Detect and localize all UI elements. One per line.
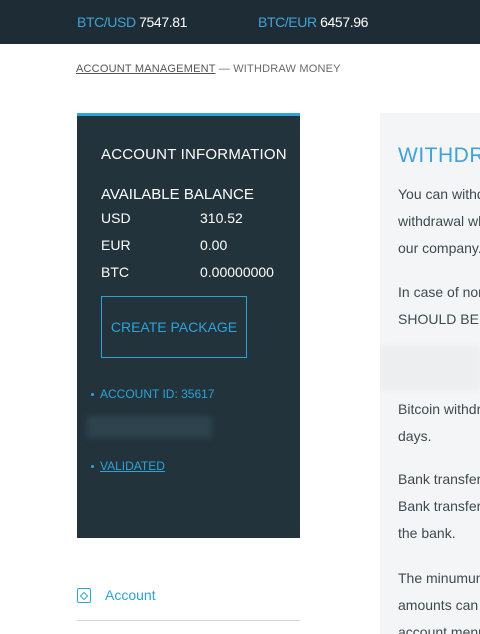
content-line: Bitcoin withdrav — [398, 401, 480, 417]
content-paragraph-5: The minumum a amounts can be account men… — [398, 565, 480, 634]
balance-currency: BTC — [101, 264, 129, 280]
content-line: Bank transfer wi — [398, 471, 480, 487]
content-paragraph-1: You can withdra withdrawal whe our compa… — [398, 181, 480, 262]
ticker-btc-usd: BTC/USD 7547.81 — [77, 14, 187, 30]
validated-link[interactable]: VALIDATED — [100, 459, 165, 473]
account-id-text: ACCOUNT ID: 35617 — [100, 387, 215, 401]
breadcrumb: ACCOUNT MANAGEMENT — WITHDRAW MONEY — [76, 63, 341, 75]
balance-amount: 0.00 — [200, 237, 228, 253]
ticker-pair: BTC/USD — [77, 14, 136, 30]
bullet-dot-icon — [91, 465, 94, 469]
withdraw-content: WITHDRA You can withdra withdrawal whe o… — [380, 113, 480, 634]
content-line: amounts can be — [398, 597, 480, 613]
content-line: The minumum a — [398, 570, 480, 586]
content-title: WITHDRA — [398, 144, 480, 167]
content-line: the bank. — [398, 525, 456, 541]
redacted-field — [87, 416, 212, 438]
balance-amount: 310.52 — [200, 210, 243, 226]
content-line: In case of non-ex — [398, 284, 480, 300]
sidebar-divider — [77, 620, 300, 621]
ticker-value: 7547.81 — [139, 14, 187, 30]
content-line: our company. — [398, 240, 480, 256]
breadcrumb-separator: — — [218, 63, 230, 75]
account-id-item: ACCOUNT ID: 35617 — [91, 387, 215, 401]
balance-title: AVAILABLE BALANCE — [101, 186, 254, 203]
ticker-btc-eur: BTC/EUR 6457.96 — [258, 14, 368, 30]
content-line: Bank transfer wi — [398, 498, 480, 514]
panel-title: ACCOUNT INFORMATION — [101, 146, 287, 163]
validated-item[interactable]: VALIDATED — [91, 459, 165, 473]
content-line: SHOULD BE pai — [398, 311, 480, 327]
create-package-button[interactable]: CREATE PACKAGE — [101, 296, 247, 358]
account-info-panel: ACCOUNT INFORMATION AVAILABLE BALANCE US… — [77, 113, 300, 538]
content-line: days. — [398, 428, 432, 444]
content-line: You can withdra — [398, 186, 480, 202]
ticker-pair: BTC/EUR — [258, 14, 317, 30]
bullet-dot-icon — [91, 393, 94, 397]
balance-currency: USD — [101, 210, 131, 226]
ticker-value: 6457.96 — [320, 14, 368, 30]
redacted-block — [380, 346, 480, 390]
content-paragraph-2: In case of non-ex SHOULD BE pai — [398, 279, 480, 333]
sidebar-item-label: Account — [105, 587, 156, 603]
content-line: withdrawal whe — [398, 213, 480, 229]
breadcrumb-current: WITHDRAW MONEY — [233, 63, 341, 75]
content-paragraph-3: Bitcoin withdrav days. — [398, 396, 480, 450]
top-bar: BTC/USD 7547.81 BTC/EUR 6457.96 — [0, 0, 480, 44]
balance-currency: EUR — [101, 237, 131, 253]
account-icon — [77, 588, 91, 603]
balance-amount: 0.00000000 — [200, 264, 274, 280]
breadcrumb-account-management[interactable]: ACCOUNT MANAGEMENT — [76, 63, 215, 75]
content-paragraph-4: Bank transfer wi Bank transfer wi the ba… — [398, 466, 480, 547]
content-line: account menu — [398, 624, 480, 634]
